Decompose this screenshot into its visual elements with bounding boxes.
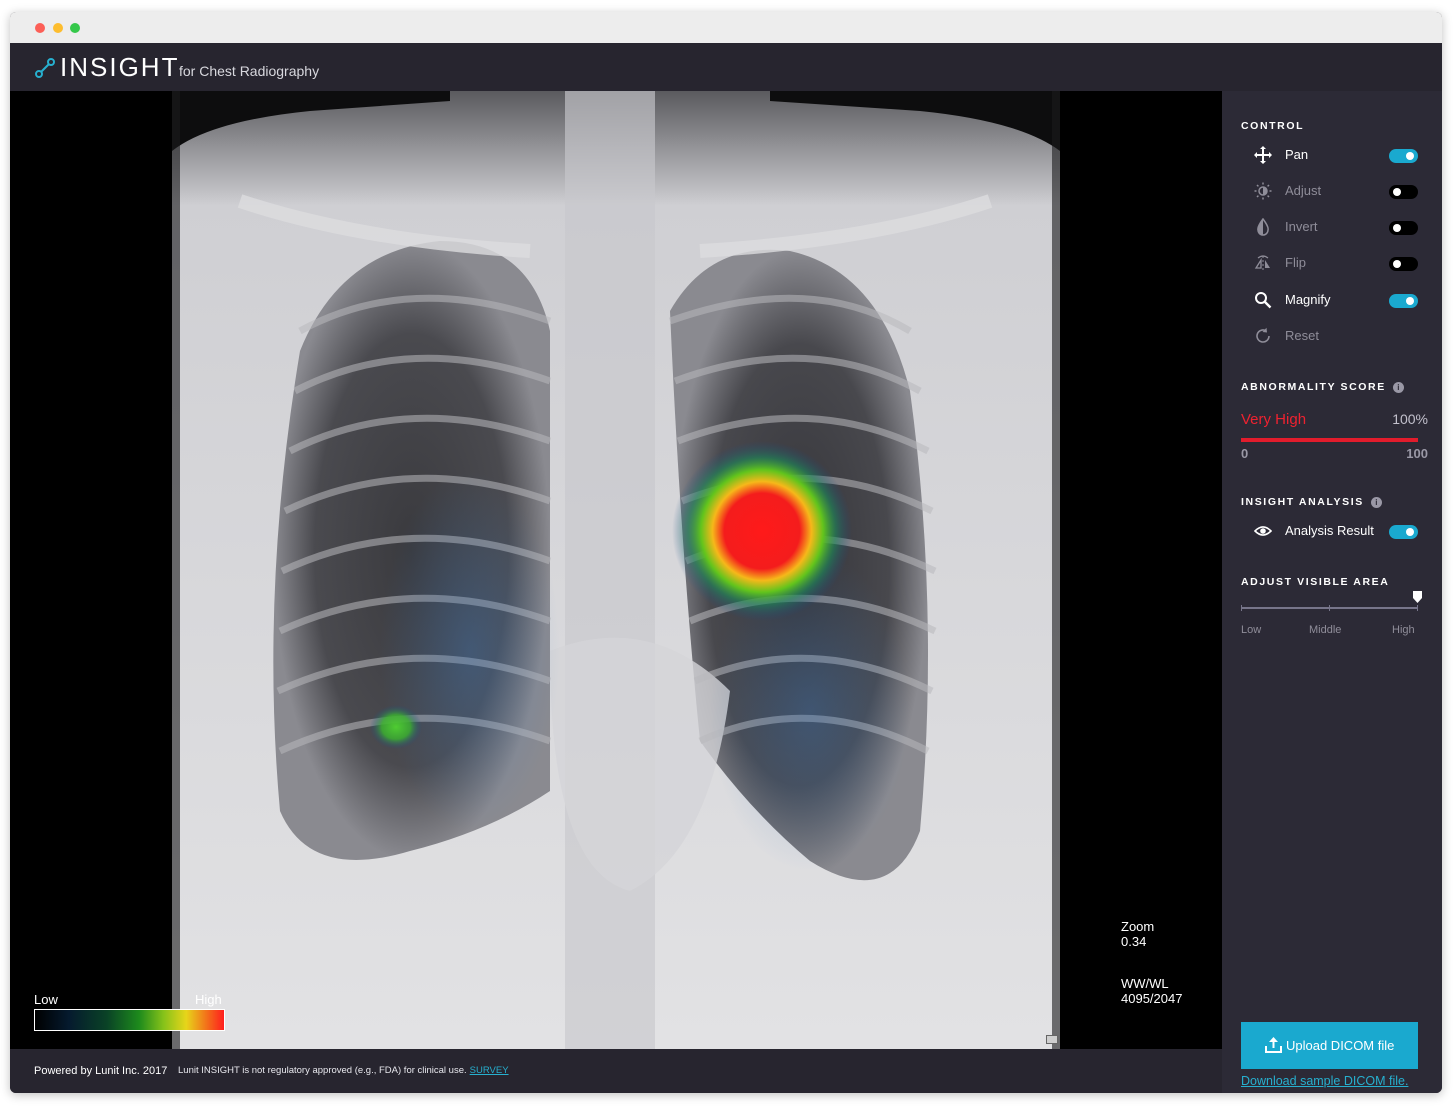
eye-icon xyxy=(1254,526,1272,536)
control-flip[interactable]: Flip xyxy=(1222,251,1442,275)
analysis-result-row[interactable]: Analysis Result xyxy=(1222,519,1442,543)
footer-powered-by: Powered by Lunit Inc. 2017 xyxy=(34,1065,168,1077)
magnify-toggle[interactable] xyxy=(1389,294,1418,308)
upload-button-label: Upload DICOM file xyxy=(1286,1038,1395,1053)
slider-tick xyxy=(1417,605,1418,611)
window-titlebar xyxy=(10,12,1442,43)
drop-icon xyxy=(1257,218,1269,236)
analysis-result-toggle[interactable] xyxy=(1389,525,1418,539)
chest-xray-image[interactable] xyxy=(10,91,1222,1049)
slider-tick xyxy=(1329,605,1330,611)
score-bar xyxy=(1241,438,1418,442)
visible-area-slider[interactable] xyxy=(1241,605,1418,611)
flip-label: Flip xyxy=(1285,255,1306,270)
wwwl-label: WW/WL xyxy=(1121,976,1169,991)
window-level-readout: WW/WL 4095/2047 xyxy=(1121,976,1182,1006)
pan-icon xyxy=(1254,146,1272,164)
disclaimer-text: Lunit INSIGHT is not regulatory approved… xyxy=(178,1065,467,1076)
score-max: 100 xyxy=(1406,446,1428,461)
visible-area-middle-label: Middle xyxy=(1309,624,1342,636)
image-marker-icon xyxy=(1046,1035,1058,1044)
insight-analysis-title: INSIGHT ANALYSIS i xyxy=(1241,496,1382,508)
abnormality-score-title-text: ABNORMALITY SCORE xyxy=(1241,381,1386,393)
visible-area-low-label: Low xyxy=(1241,624,1262,636)
heatmap-legend-bar xyxy=(34,1009,225,1031)
control-section-title: CONTROL xyxy=(1241,120,1305,132)
minimize-window-button[interactable] xyxy=(53,23,63,33)
footer-disclaimer: Lunit INSIGHT is not regulatory approved… xyxy=(178,1065,509,1076)
control-reset[interactable]: Reset xyxy=(1222,324,1442,348)
magnify-label: Magnify xyxy=(1285,292,1331,307)
pan-label: Pan xyxy=(1285,147,1309,162)
control-magnify[interactable]: Magnify xyxy=(1222,288,1442,312)
upload-dicom-button[interactable]: Upload DICOM file xyxy=(1241,1022,1418,1069)
adjust-toggle[interactable] xyxy=(1389,185,1418,199)
insight-logo-icon xyxy=(35,58,55,78)
upload-icon xyxy=(1265,1037,1282,1053)
visible-area-high-label: High xyxy=(1392,624,1415,636)
score-min: 0 xyxy=(1241,446,1249,461)
slider-thumb[interactable] xyxy=(1413,591,1422,603)
score-bar-fill xyxy=(1241,438,1418,442)
abnormality-score-title: ABNORMALITY SCORE i xyxy=(1241,381,1404,393)
app-brand: INSIGHT xyxy=(60,52,180,82)
reset-icon xyxy=(1256,327,1270,343)
xray-viewer[interactable]: Zoom 0.34 WW/WL 4095/2047 Low High xyxy=(10,91,1222,1049)
magnifier-icon xyxy=(1255,292,1272,309)
heatmap-lesion-primary xyxy=(672,441,852,621)
download-sample-link[interactable]: Download sample DICOM file. xyxy=(1241,1074,1408,1088)
wwwl-value: 4095/2047 xyxy=(1121,991,1183,1006)
control-adjust[interactable]: Adjust xyxy=(1222,179,1442,203)
slider-tick xyxy=(1241,605,1242,611)
adjust-label: Adjust xyxy=(1285,183,1322,198)
analysis-result-label: Analysis Result xyxy=(1285,523,1374,538)
app-subtitle: for Chest Radiography xyxy=(179,63,320,79)
score-level: Very High xyxy=(1241,411,1307,428)
zoom-label: Zoom xyxy=(1121,919,1155,934)
heatmap-legend-low: Low xyxy=(34,992,58,1007)
maximize-window-button[interactable] xyxy=(70,23,80,33)
control-panel: CONTROL Pan Adjust Invert Flip Magnify R… xyxy=(1222,91,1442,1093)
adjust-visible-area-title: ADJUST VISIBLE AREA xyxy=(1241,576,1390,588)
pan-toggle[interactable] xyxy=(1389,149,1418,163)
footer: Powered by Lunit Inc. 2017 Lunit INSIGHT… xyxy=(10,1049,1222,1093)
control-pan[interactable]: Pan xyxy=(1222,143,1442,167)
insight-analysis-title-text: INSIGHT ANALYSIS xyxy=(1241,496,1364,508)
heatmap-lesion-secondary xyxy=(370,705,422,749)
control-invert[interactable]: Invert xyxy=(1222,215,1442,239)
flip-icon xyxy=(1254,255,1270,271)
zoom-readout: Zoom 0.34 xyxy=(1121,919,1154,949)
invert-label: Invert xyxy=(1285,219,1318,234)
reset-label: Reset xyxy=(1285,328,1319,343)
survey-link[interactable]: SURVEY xyxy=(470,1065,509,1076)
info-icon[interactable]: i xyxy=(1392,382,1404,393)
score-percent: 100% xyxy=(1392,411,1428,427)
zoom-value: 0.34 xyxy=(1121,934,1147,949)
flip-toggle[interactable] xyxy=(1389,257,1418,271)
close-window-button[interactable] xyxy=(35,23,45,33)
heatmap-legend-high: High xyxy=(195,992,222,1007)
brightness-icon xyxy=(1254,182,1272,200)
info-icon[interactable]: i xyxy=(1370,497,1382,508)
invert-toggle[interactable] xyxy=(1389,221,1418,235)
app-window: INSIGHT for Chest Radiography Zoom 0.34 … xyxy=(10,12,1442,1093)
app-header: INSIGHT for Chest Radiography xyxy=(10,43,1442,91)
